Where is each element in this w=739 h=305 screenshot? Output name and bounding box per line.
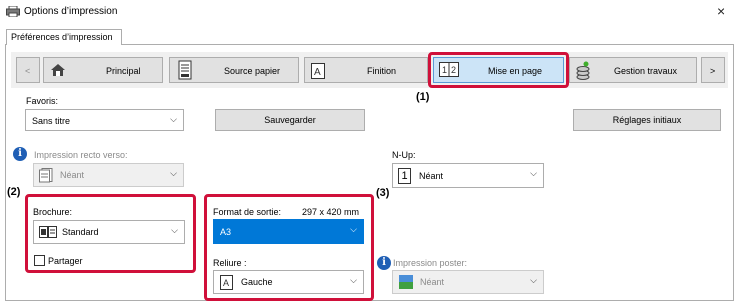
- poster-label: Impression poster:: [393, 258, 468, 268]
- info-icon: i: [13, 147, 27, 161]
- booklet-value: Standard: [62, 227, 99, 237]
- nav-item-gestion-travaux[interactable]: Gestion travaux: [569, 57, 697, 83]
- nav-item-label: Principal: [106, 66, 141, 76]
- duplex-value: Néant: [60, 170, 85, 180]
- home-icon: [51, 64, 65, 76]
- callout-1: (1): [416, 91, 430, 103]
- svg-text:A: A: [314, 67, 321, 78]
- close-icon[interactable]: ×: [717, 3, 725, 19]
- chevron-down-icon: ⌵: [530, 168, 537, 178]
- info-icon: i: [377, 256, 391, 270]
- poster-value: Néant: [420, 277, 445, 287]
- save-button[interactable]: Sauvegarder: [215, 109, 365, 131]
- callout-2: (2): [7, 186, 21, 198]
- split-checkbox[interactable]: [34, 255, 45, 266]
- nav-next-label: >: [710, 66, 716, 76]
- nup-value: Néant: [419, 171, 444, 181]
- output-size-select[interactable]: A3 ⌵: [213, 219, 364, 244]
- highlight-box-1: [428, 52, 569, 88]
- split-label: Partager: [48, 256, 83, 266]
- reset-defaults-button[interactable]: Réglages initiaux: [573, 109, 721, 131]
- nav-item-source-papier[interactable]: Source papier: [169, 57, 299, 83]
- nav-prev-button[interactable]: <: [16, 57, 40, 83]
- chevron-down-icon: ⌵: [350, 224, 357, 234]
- chevron-down-icon: ⌵: [530, 275, 537, 285]
- favorites-label: Favoris:: [26, 96, 59, 106]
- booklet-select[interactable]: Standard ⌵: [33, 220, 185, 244]
- nav-item-principal[interactable]: Principal: [43, 57, 163, 83]
- output-size-dimensions: 297 x 420 mm: [302, 207, 360, 217]
- nup-page-icon: 1: [398, 168, 411, 184]
- duplex-page-icon: [39, 168, 53, 183]
- nav-item-label: Source papier: [224, 66, 281, 76]
- printer-icon: [6, 6, 20, 17]
- nav-item-label: Finition: [367, 66, 397, 76]
- binding-select[interactable]: A Gauche ⌵: [213, 270, 364, 294]
- output-size-value: A3: [220, 227, 232, 237]
- booklet-label: Brochure:: [33, 207, 73, 217]
- duplex-label: Impression recto verso:: [34, 150, 128, 160]
- nav-prev-label: <: [25, 66, 31, 76]
- nav-item-label: Gestion travaux: [614, 66, 678, 76]
- svg-text:A: A: [223, 278, 229, 288]
- favorites-select[interactable]: Sans titre ⌵: [25, 109, 184, 131]
- chevron-down-icon: ⌵: [170, 168, 177, 178]
- binding-label: Reliure :: [213, 258, 247, 268]
- poster-select[interactable]: Néant ⌵: [392, 270, 544, 294]
- nav-next-button[interactable]: >: [701, 57, 725, 83]
- printer-tray-icon: [178, 60, 192, 80]
- binding-page-icon: A: [220, 275, 233, 290]
- coins-stack-icon: [576, 61, 590, 80]
- output-size-label: Format de sortie:: [213, 207, 282, 217]
- chevron-down-icon: ⌵: [171, 225, 178, 235]
- duplex-select[interactable]: Néant ⌵: [33, 163, 184, 187]
- window-title: Options d’impression: [24, 6, 118, 17]
- nav-item-finition[interactable]: A Finition: [304, 57, 428, 83]
- callout-3: (3): [376, 187, 390, 199]
- nup-label: N-Up:: [392, 150, 416, 160]
- poster-image-icon: [399, 275, 413, 289]
- letter-a-icon: A: [311, 63, 325, 79]
- chevron-down-icon: ⌵: [170, 114, 177, 124]
- nup-select[interactable]: 1 Néant ⌵: [392, 163, 544, 188]
- booklet-icon: [39, 226, 57, 238]
- binding-value: Gauche: [241, 277, 273, 287]
- favorites-value: Sans titre: [32, 116, 71, 126]
- chevron-down-icon: ⌵: [350, 275, 357, 285]
- tab-print-preferences[interactable]: Préférences d’impression: [6, 29, 122, 45]
